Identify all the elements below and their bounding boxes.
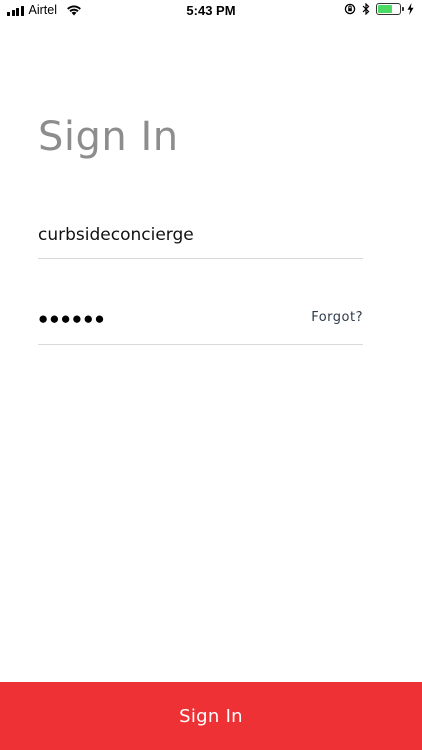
battery-level <box>378 5 392 13</box>
page-title: Sign In <box>38 114 179 160</box>
battery-icon <box>376 3 404 15</box>
password-field[interactable]: ●●●●●● Forgot? <box>38 306 363 345</box>
password-value[interactable]: ●●●●●● <box>38 309 106 329</box>
username-value[interactable]: curbsideconcierge <box>38 225 194 245</box>
status-right <box>344 3 414 15</box>
sign-in-button[interactable]: Sign In <box>0 682 422 750</box>
charging-bolt-icon <box>407 3 414 15</box>
orientation-lock-icon <box>344 3 356 15</box>
battery-nub <box>402 7 404 11</box>
username-field[interactable]: curbsideconcierge <box>38 222 363 259</box>
sign-in-screen: Airtel 5:43 PM Sign In curbsideconcierge… <box>0 0 422 750</box>
status-bar: Airtel 5:43 PM <box>0 0 422 22</box>
bluetooth-icon <box>362 3 370 15</box>
forgot-password-link[interactable]: Forgot? <box>311 310 363 325</box>
